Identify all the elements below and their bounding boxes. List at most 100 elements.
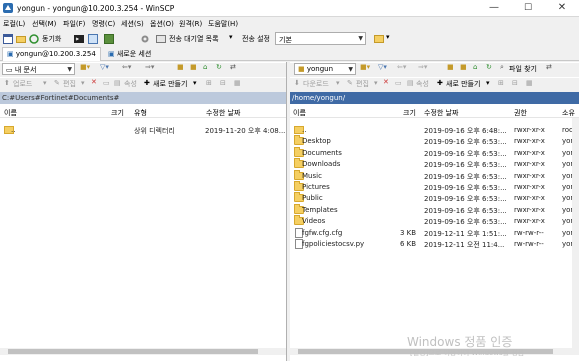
chevron-down-icon[interactable]: ▾ (386, 33, 390, 41)
delete-icon[interactable]: ✕ (383, 78, 389, 86)
menu-options[interactable]: 옵션(O) (150, 19, 174, 29)
edit-button[interactable]: 편집 (63, 79, 76, 89)
table-row[interactable]: Documents 2019-09-16 오후 6:53:... rwxr-xr-x… (290, 146, 579, 159)
maximize-button[interactable]: ☐ (511, 0, 545, 16)
download-button[interactable]: 다운로드 (303, 79, 329, 89)
upload-button[interactable]: 업로드 (13, 79, 32, 89)
parent-dir-icon[interactable]: ■ (177, 63, 184, 71)
col-size[interactable]: 크기 (111, 108, 124, 118)
delete-icon[interactable]: ✕ (91, 78, 97, 86)
menu-command[interactable]: 명령(C) (92, 19, 115, 29)
tab-session-yongun[interactable]: ▣ yongun@10.200.3.254 (2, 47, 101, 61)
table-row[interactable]: .. 상위 디렉터리 2019-11-20 오후 4:08... (0, 125, 286, 136)
home-icon[interactable]: ⌂ (473, 63, 477, 71)
table-row[interactable]: fgpoliciestocsv.py 6 KB 2019-12-11 오전 11:4… (290, 239, 579, 250)
forward-icon[interactable]: ⇒▾ (145, 63, 154, 71)
back-icon[interactable]: ⇐▾ (397, 63, 406, 71)
plus-icon[interactable]: ⊞ (206, 79, 212, 87)
new-button[interactable]: 새로 만들기 (153, 79, 187, 89)
table-row[interactable]: Music 2019-09-16 오후 6:53:... rwxr-xr-x yong (290, 169, 579, 182)
filter-icon[interactable]: ▽▾ (378, 63, 387, 71)
select-icon[interactable]: ▦ (234, 79, 241, 87)
gear-icon[interactable] (140, 34, 150, 44)
table-row[interactable]: Pictures 2019-09-16 오후 6:53:... rwxr-xr-x y… (290, 181, 579, 193)
properties-button[interactable]: 속성 (124, 79, 137, 89)
chevron-down-icon[interactable]: ▾ (81, 79, 85, 87)
chevron-down-icon[interactable]: ▾ (229, 33, 233, 41)
table-row[interactable]: fgfw.cfg.cfg 3 KB 2019-12-11 오후 1:51:... rw… (290, 227, 579, 239)
chevron-down-icon[interactable]: ▾ (43, 79, 47, 87)
rename-icon[interactable]: ▭ (103, 79, 110, 87)
menu-help[interactable]: 도움말(H) (208, 19, 238, 29)
filter-icon[interactable]: ▽▾ (100, 63, 109, 71)
root-dir-icon[interactable]: ■ (190, 63, 197, 71)
col-name[interactable]: 이름 (4, 108, 17, 118)
chevron-down-icon[interactable]: ▾ (486, 79, 490, 87)
chevron-down-icon[interactable]: ▾ (336, 79, 340, 87)
col-name[interactable]: 이름 (293, 108, 306, 118)
properties-button[interactable]: 속성 (416, 79, 429, 89)
menu-file[interactable]: 파일(F) (63, 19, 85, 29)
refresh-icon[interactable]: ↻ (486, 63, 492, 71)
sync-icon[interactable] (29, 34, 39, 44)
more-icon[interactable]: ⇄ (230, 63, 236, 71)
plus-icon[interactable]: ⊞ (498, 79, 504, 87)
menu-select[interactable]: 선택(M) (32, 19, 56, 29)
back-icon[interactable]: ⇐▾ (122, 63, 131, 71)
table-row[interactable]: Templates 2019-09-16 오후 6:53:... rwxr-xr-x… (290, 203, 579, 216)
table-row[interactable]: Downloads 2019-09-16 오후 6:53:... rwxr-xr-x… (290, 158, 579, 170)
file-permissions: rwxr-xr-x (514, 194, 545, 203)
tab-new-session[interactable]: ▣ 새로운 세션 (104, 47, 155, 61)
minus-icon[interactable]: ⊟ (512, 79, 518, 87)
minus-icon[interactable]: ⊟ (220, 79, 226, 87)
col-type[interactable]: 유형 (134, 108, 147, 118)
menu-local[interactable]: 로컬(L) (3, 19, 25, 29)
more-icon[interactable]: ⇄ (546, 63, 552, 71)
sync-button[interactable]: 동기화 (42, 34, 61, 44)
table-row[interactable]: .. 2019-09-16 오후 6:48:... rwxr-xr-x root (290, 125, 579, 136)
chevron-down-icon[interactable]: ▾ (374, 79, 378, 87)
edit-button[interactable]: 편집 (356, 79, 369, 89)
new-button[interactable]: 새로 만들기 (446, 79, 480, 89)
table-row[interactable]: Public 2019-09-16 오후 6:53:... rwxr-xr-x yon… (290, 192, 579, 204)
parent-dir-icon[interactable]: ■ (447, 63, 454, 71)
select-icon[interactable]: ▦ (526, 79, 533, 87)
table-row[interactable]: Videos 2019-09-16 오후 6:53:... rwxr-xr-x yon… (290, 215, 579, 227)
putty-icon[interactable] (88, 34, 98, 44)
local-drive-select[interactable]: ▭ 내 문서 ▼ (2, 63, 75, 75)
root-dir-icon[interactable]: ■ (460, 63, 467, 71)
table-row[interactable]: Desktop 2019-09-16 오후 6:53:... rwxr-xr-x yo… (290, 135, 579, 147)
col-owner[interactable]: 소유 (562, 108, 575, 118)
chevron-down-icon[interactable]: ▾ (193, 79, 197, 87)
properties-icon: ▤ (114, 79, 121, 87)
open-folder-icon[interactable] (16, 34, 26, 44)
close-button[interactable]: ✕ (545, 0, 579, 16)
menu-session[interactable]: 세션(S) (121, 19, 144, 29)
minimize-button[interactable]: — (477, 0, 511, 16)
col-modified[interactable]: 수정한 날짜 (206, 108, 240, 118)
local-horizontal-scrollbar[interactable] (0, 348, 286, 355)
col-permissions[interactable]: 권한 (514, 108, 527, 118)
refresh-icon[interactable]: ↻ (216, 63, 222, 71)
preferences-icon[interactable] (104, 34, 114, 44)
menu-remote[interactable]: 원격(R) (179, 19, 202, 29)
col-modified[interactable]: 수정한 날짜 (424, 108, 458, 118)
local-path-bar[interactable]: C:#Users#Fortinet#Documents# (0, 92, 286, 104)
transfer-settings-select[interactable]: 기본 ▼ (275, 32, 366, 45)
rename-icon[interactable]: ▭ (395, 79, 402, 87)
scroll-thumb[interactable] (8, 349, 258, 354)
remote-folder-select[interactable]: ■ yongun ▼ (294, 63, 356, 75)
transfer-preset-icon[interactable] (374, 34, 384, 44)
queue-icon[interactable] (156, 34, 166, 44)
forward-icon[interactable]: ⇒▾ (418, 63, 427, 71)
remote-vertical-scrollbar[interactable] (572, 118, 579, 355)
open-folder-icon[interactable]: ■▾ (80, 63, 90, 71)
console-icon[interactable] (74, 34, 84, 44)
col-size[interactable]: 크기 (403, 108, 416, 118)
find-files-button[interactable]: 파일 찾기 (509, 64, 537, 74)
queue-list-button[interactable]: 전송 대기열 목록 (169, 34, 219, 44)
new-session-icon[interactable] (3, 34, 13, 44)
home-icon[interactable]: ⌂ (203, 63, 207, 71)
remote-path-bar[interactable]: /home/yongun/ (290, 92, 579, 104)
open-folder-icon[interactable]: ■▾ (360, 63, 370, 71)
